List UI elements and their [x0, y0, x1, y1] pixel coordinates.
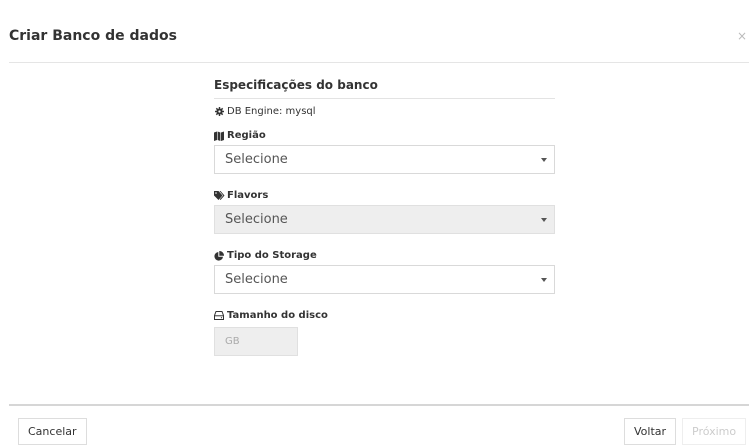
chevron-down-icon [541, 278, 547, 282]
top-strip [0, 0, 749, 14]
modal-header: Criar Banco de dados × [9, 14, 749, 63]
modal-footer: Cancelar Voltar Próximo [9, 404, 749, 448]
cancel-button[interactable]: Cancelar [18, 418, 87, 445]
map-icon [214, 131, 224, 141]
disk-size-label-text: Tamanho do disco [227, 310, 328, 321]
disk-size-input[interactable] [214, 327, 298, 356]
storage-type-label-text: Tipo do Storage [227, 250, 317, 261]
region-label: Região [214, 130, 555, 141]
next-button[interactable]: Próximo [682, 418, 747, 445]
storage-type-select[interactable]: Selecione [214, 265, 555, 294]
db-spec-form: Especificações do banco DB Engine: mysql [214, 78, 555, 356]
region-select[interactable]: Selecione [214, 145, 555, 174]
chevron-down-icon [541, 218, 547, 222]
close-icon[interactable]: × [737, 29, 747, 43]
region-label-text: Região [227, 130, 266, 141]
disk-size-label: Tamanho do disco [214, 310, 555, 321]
region-select-value: Selecione [225, 152, 288, 167]
tags-icon [214, 190, 225, 201]
chevron-down-icon [541, 158, 547, 162]
db-engine-text: DB Engine: mysql [227, 106, 316, 117]
gear-icon [214, 106, 224, 117]
section-title: Especificações do banco [214, 78, 555, 99]
page: Criar Banco de dados × Especificações do… [0, 0, 749, 448]
db-engine-line: DB Engine: mysql [214, 106, 555, 117]
hdd-icon [214, 310, 224, 321]
modal-title: Criar Banco de dados [9, 28, 177, 44]
flavors-select[interactable]: Selecione [214, 205, 555, 234]
storage-type-label: Tipo do Storage [214, 250, 555, 261]
flavors-label-text: Flavors [227, 190, 269, 201]
pie-chart-icon [214, 250, 225, 261]
storage-type-select-value: Selecione [225, 272, 288, 287]
flavors-select-value: Selecione [225, 212, 288, 227]
back-button[interactable]: Voltar [624, 418, 677, 445]
flavors-label: Flavors [214, 190, 555, 201]
